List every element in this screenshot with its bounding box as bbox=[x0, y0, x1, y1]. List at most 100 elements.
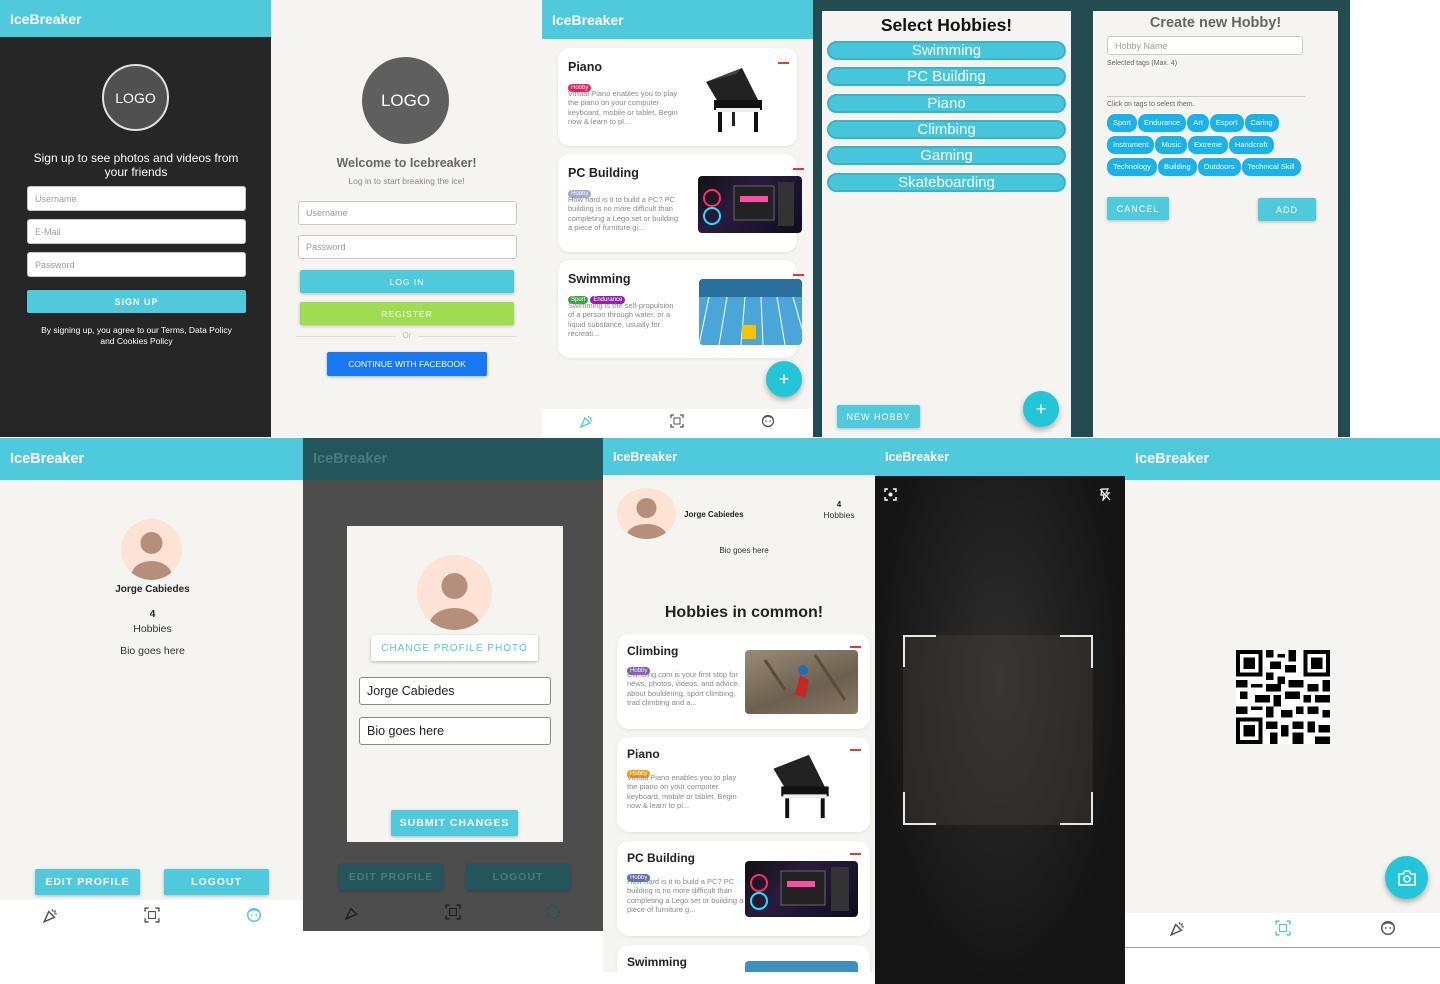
face-icon[interactable] bbox=[545, 904, 561, 925]
party-popper-icon[interactable] bbox=[42, 907, 59, 928]
hobby-card-pc-building[interactable]: PC Building Hobby How hard is it to buil… bbox=[617, 841, 870, 936]
qr-scanner-screen: IceBreaker bbox=[875, 438, 1125, 984]
new-hobby-button[interactable]: NEW HOBBY bbox=[837, 405, 920, 428]
hobby-option[interactable]: Gaming bbox=[827, 146, 1066, 165]
username-field[interactable]: Username bbox=[298, 201, 517, 225]
party-popper-icon[interactable] bbox=[344, 904, 361, 925]
add-fab[interactable]: + bbox=[1023, 391, 1059, 427]
party-popper-icon[interactable] bbox=[579, 414, 594, 433]
hobby-name-field[interactable]: Hobby Name bbox=[1107, 36, 1303, 55]
logo: LOGO bbox=[102, 64, 169, 131]
password-field[interactable]: Password bbox=[27, 252, 246, 277]
signup-screen: IceBreaker LOGO Sign up to see photos an… bbox=[0, 0, 271, 437]
tag-chip[interactable]: Handcraft bbox=[1228, 136, 1274, 154]
app-title: IceBreaker bbox=[10, 451, 85, 467]
face-icon[interactable] bbox=[761, 414, 775, 433]
hobby-card-piano[interactable]: Piano Hobby Virtual Piano enables you to… bbox=[617, 737, 870, 832]
hobby-title: PC Building bbox=[568, 166, 639, 180]
hobby-description: How hard is it to build a PC? PC buildin… bbox=[568, 195, 679, 233]
qr-code bbox=[1236, 650, 1330, 744]
hobby-option[interactable]: Climbing bbox=[827, 120, 1066, 139]
focus-icon[interactable] bbox=[884, 488, 897, 506]
add-button[interactable]: ADD bbox=[1258, 198, 1316, 221]
tag-chip[interactable]: Music bbox=[1155, 136, 1188, 154]
login-button[interactable]: LOG IN bbox=[300, 270, 514, 293]
app-title: IceBreaker bbox=[10, 10, 82, 27]
change-photo-button[interactable]: CHANGE PROFILE PHOTO bbox=[371, 635, 538, 661]
qr-scan-icon[interactable] bbox=[144, 906, 161, 928]
hobby-description: Climbing.com is your first stop for news… bbox=[627, 670, 738, 708]
hobby-dialog: Select Hobbies! Swimming PC Building Pia… bbox=[822, 11, 1071, 437]
hobby-card-piano[interactable]: Piano Hobby Virtual Piano enables you to… bbox=[558, 48, 797, 146]
app-header: IceBreaker bbox=[303, 438, 603, 480]
app-title: IceBreaker bbox=[885, 450, 949, 464]
bottom-nav bbox=[303, 898, 603, 931]
hobby-title: Swimming bbox=[568, 272, 631, 286]
edit-profile-button[interactable]: EDIT PROFILE bbox=[339, 864, 443, 890]
app-header: IceBreaker bbox=[1125, 438, 1440, 480]
welcome-title: Welcome to Icebreaker! bbox=[336, 156, 477, 170]
face-icon[interactable] bbox=[246, 907, 262, 928]
app-title: IceBreaker bbox=[552, 11, 624, 28]
app-header: IceBreaker bbox=[542, 0, 813, 39]
flash-off-icon[interactable] bbox=[1099, 488, 1111, 506]
logout-button[interactable]: LOGOUT bbox=[466, 864, 570, 890]
remove-icon[interactable] bbox=[778, 62, 789, 64]
remove-icon[interactable] bbox=[850, 853, 861, 855]
tag-chip[interactable]: Building bbox=[1157, 158, 1197, 176]
username-field[interactable]: Username bbox=[27, 186, 246, 211]
hobby-card-swimming[interactable]: Swimming Sport Endurance Swimming is the … bbox=[558, 260, 804, 358]
tag-chip[interactable]: Sport bbox=[1107, 114, 1137, 132]
hobby-card-pc-building[interactable]: PC Building Hobby How hard is it to buil… bbox=[558, 154, 804, 252]
face-icon[interactable] bbox=[1380, 920, 1396, 941]
tag-chip[interactable]: Outdoors bbox=[1197, 158, 1241, 176]
password-field[interactable]: Password bbox=[298, 235, 517, 259]
tag-chip[interactable]: Instrument bbox=[1107, 136, 1155, 154]
hobby-option[interactable]: Swimming bbox=[827, 41, 1066, 60]
tag-chip[interactable]: Technology bbox=[1107, 158, 1157, 176]
remove-icon[interactable] bbox=[850, 749, 861, 751]
hobby-card-climbing[interactable]: Climbing Hobby Climbing.com is your firs… bbox=[617, 634, 870, 729]
edit-profile-button[interactable]: EDIT PROFILE bbox=[35, 869, 140, 895]
email-field[interactable]: E-Mail bbox=[27, 219, 246, 244]
app-title: IceBreaker bbox=[1135, 451, 1210, 467]
bio-field[interactable]: Bio goes here bbox=[359, 717, 551, 745]
qr-scan-icon[interactable] bbox=[670, 413, 685, 433]
tag-chip[interactable]: Technical Skill bbox=[1241, 158, 1301, 176]
camera-fab[interactable] bbox=[1385, 856, 1428, 899]
hobby-option[interactable]: Skateboarding bbox=[827, 173, 1066, 192]
cancel-button[interactable]: CANCEL bbox=[1107, 197, 1169, 220]
logout-button[interactable]: LOGOUT bbox=[164, 869, 269, 895]
tag-chip[interactable]: Extreme bbox=[1188, 136, 1228, 154]
remove-icon[interactable] bbox=[850, 646, 861, 648]
hobbies-count: 4 bbox=[836, 500, 842, 509]
tag-chip[interactable]: Art bbox=[1187, 114, 1209, 132]
hobbies-label: Hobbies bbox=[823, 510, 855, 520]
signup-button[interactable]: SIGN UP bbox=[27, 290, 246, 313]
facebook-button[interactable]: CONTINUE WITH FACEBOOK bbox=[327, 352, 487, 376]
name-field[interactable]: Jorge Cabiedes bbox=[359, 677, 551, 705]
add-hobby-fab[interactable]: + bbox=[766, 361, 802, 397]
qr-scan-icon[interactable] bbox=[445, 904, 461, 925]
tag-chip[interactable]: Esport bbox=[1209, 114, 1244, 132]
pool-image bbox=[699, 279, 802, 345]
hobby-option[interactable]: Piano bbox=[827, 94, 1066, 113]
tag-chip[interactable]: Caring bbox=[1244, 114, 1279, 132]
divider bbox=[1107, 96, 1305, 97]
pc-image bbox=[698, 176, 802, 233]
edit-profile-screen: IceBreaker EDIT PROFILE LOGOUT CHANGE PR… bbox=[303, 438, 603, 931]
signup-tagline: Sign up to see photos and videos from yo… bbox=[33, 151, 239, 179]
hobby-option[interactable]: PC Building bbox=[827, 67, 1066, 86]
profile-bio: Bio goes here bbox=[120, 645, 185, 657]
remove-icon[interactable] bbox=[793, 274, 804, 276]
hobby-description: How hard is it to build a PC? PC buildin… bbox=[627, 877, 744, 915]
tag-chip[interactable]: Endurance bbox=[1137, 114, 1187, 132]
register-button[interactable]: REGISTER bbox=[300, 302, 514, 325]
submit-changes-button[interactable]: SUBMIT CHANGES bbox=[391, 810, 518, 836]
hobby-card-swimming[interactable]: Swimming bbox=[617, 945, 870, 972]
hobby-description: Virtual Piano enables you to play the pi… bbox=[568, 89, 678, 127]
qr-scan-icon[interactable] bbox=[1274, 919, 1291, 941]
piano-image bbox=[762, 747, 842, 822]
remove-icon[interactable] bbox=[793, 168, 804, 170]
party-popper-icon[interactable] bbox=[1169, 920, 1186, 941]
